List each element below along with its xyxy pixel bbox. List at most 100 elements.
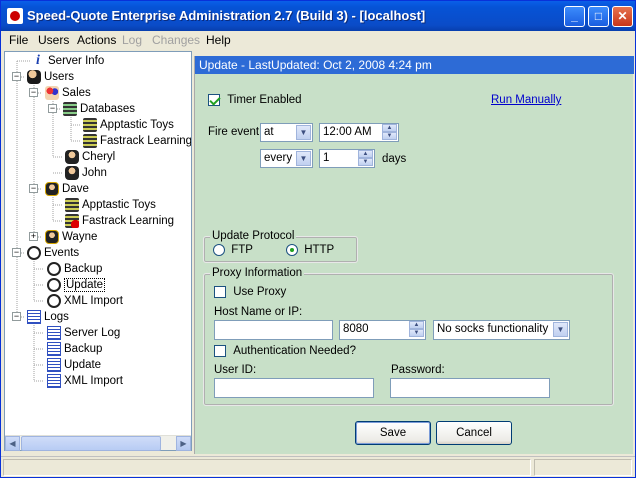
tree-item-john[interactable]: John: [65, 165, 107, 181]
minimize-button[interactable]: _: [564, 6, 585, 27]
tree-item-dave-fastrack-learning[interactable]: Fastrack Learning: [65, 213, 174, 229]
menu-help[interactable]: Help: [206, 33, 231, 47]
update-protocol-group: Update Protocol FTP HTTP: [203, 230, 358, 263]
tree-item-fastrack-learning[interactable]: Fastrack Learning: [83, 133, 191, 149]
spin-down-icon[interactable]: ▼: [409, 329, 424, 337]
window-title: Speed-Quote Enterprise Administration 2.…: [27, 8, 426, 23]
fire-mode-select[interactable]: at ▼: [260, 123, 313, 142]
checkbox-unchecked[interactable]: [214, 345, 226, 357]
user-admin-icon: [45, 181, 59, 196]
checkbox-checked[interactable]: [208, 94, 220, 106]
log-icon: [47, 357, 61, 372]
tree-item-dave[interactable]: Dave: [45, 181, 89, 197]
user-icon: [65, 165, 79, 180]
tree-item-cheryl[interactable]: Cheryl: [65, 149, 115, 165]
spin-down-icon[interactable]: ▼: [382, 132, 397, 140]
tree-item-server-log[interactable]: Server Log: [47, 325, 120, 341]
navigation-tree[interactable]: − − − − + − − i Server Info Users Sales D…: [4, 51, 192, 451]
password-label: Password:: [391, 364, 445, 376]
scroll-right-arrow-icon[interactable]: ▶: [176, 436, 191, 451]
user-id-input[interactable]: [214, 378, 374, 398]
tree-item-log-update[interactable]: Update: [47, 357, 101, 373]
update-event-panel: Update - LastUpdated: Oct 2, 2008 4:24 p…: [194, 56, 634, 454]
users-icon: [27, 69, 41, 84]
title-bar[interactable]: Speed-Quote Enterprise Administration 2.…: [1, 1, 635, 31]
repeat-unit-label: days: [382, 153, 407, 165]
spin-up-icon[interactable]: ▲: [409, 321, 424, 329]
menu-file[interactable]: File: [9, 33, 28, 47]
log-icon: [47, 325, 61, 340]
proxy-information-group: Proxy Information Use Proxy Host Name or…: [203, 267, 614, 406]
timer-enabled-checkbox[interactable]: Timer Enabled: [208, 94, 302, 106]
panel-header: Update - LastUpdated: Oct 2, 2008 4:24 p…: [195, 56, 634, 74]
spin-up-icon[interactable]: ▲: [382, 124, 397, 132]
expand-logs[interactable]: −: [12, 312, 21, 321]
status-section-main: [3, 459, 531, 476]
password-input[interactable]: [390, 378, 550, 398]
tree-item-databases[interactable]: Databases: [63, 101, 135, 117]
tree-horizontal-scrollbar[interactable]: ◀ ▶: [5, 435, 191, 451]
expand-wayne[interactable]: +: [29, 232, 38, 241]
host-name-input[interactable]: [214, 320, 333, 340]
menu-actions[interactable]: Actions: [77, 33, 116, 47]
repeat-mode-select[interactable]: every ▼: [260, 149, 313, 168]
app-window: Speed-Quote Enterprise Administration 2.…: [0, 0, 636, 478]
scroll-left-arrow-icon[interactable]: ◀: [5, 436, 20, 451]
tree-item-xml-import[interactable]: XML Import: [47, 293, 123, 309]
expand-databases[interactable]: −: [48, 104, 57, 113]
protocol-ftp-radio[interactable]: FTP: [213, 244, 253, 256]
chevron-down-icon[interactable]: ▼: [553, 322, 568, 337]
spin-down-icon[interactable]: ▼: [358, 158, 373, 166]
repeat-value-spinner[interactable]: 1 ▲ ▼: [319, 149, 375, 168]
cancel-button[interactable]: Cancel: [436, 421, 512, 445]
expand-dave[interactable]: −: [29, 184, 38, 193]
user-id-label: User ID:: [214, 364, 257, 376]
status-section-right: [534, 459, 632, 476]
socks-select[interactable]: No socks functionality ▼: [433, 320, 570, 340]
radio-unselected[interactable]: [213, 244, 225, 256]
maximize-button[interactable]: □: [588, 6, 609, 27]
proxy-port-spinner[interactable]: 8080 ▲ ▼: [339, 320, 426, 340]
info-icon: i: [36, 52, 40, 68]
fire-time-spinner[interactable]: 12:00 AM ▲ ▼: [319, 123, 399, 142]
tree-item-backup[interactable]: Backup: [47, 261, 102, 277]
database-icon: [63, 101, 77, 116]
use-proxy-checkbox[interactable]: Use Proxy: [214, 286, 286, 298]
menu-bar: File Users Actions Log Changes Help: [1, 31, 635, 49]
expand-users[interactable]: −: [12, 72, 21, 81]
run-manually-link[interactable]: Run Manually: [491, 94, 561, 106]
chevron-down-icon[interactable]: ▼: [296, 125, 311, 140]
spin-up-icon[interactable]: ▲: [358, 150, 373, 158]
expand-sales[interactable]: −: [29, 88, 38, 97]
tree-item-wayne[interactable]: Wayne: [45, 229, 97, 245]
tree-item-sales[interactable]: Sales: [45, 85, 91, 101]
checkbox-unchecked[interactable]: [214, 286, 226, 298]
radio-selected[interactable]: [286, 244, 298, 256]
menu-log: Log: [122, 33, 143, 47]
tree-item-users[interactable]: Users: [27, 69, 74, 85]
log-icon: [47, 341, 61, 356]
proxy-information-legend: Proxy Information: [210, 267, 305, 279]
clock-icon: [47, 293, 61, 308]
save-button[interactable]: Save: [355, 421, 431, 445]
menu-users[interactable]: Users: [38, 33, 69, 47]
expand-events[interactable]: −: [12, 248, 21, 257]
status-bar: [1, 456, 635, 477]
tree-item-events[interactable]: Events: [27, 245, 79, 261]
scroll-thumb[interactable]: [21, 436, 161, 451]
tree-item-apptastic-toys[interactable]: Apptastic Toys: [83, 117, 174, 133]
tree-item-server-info[interactable]: i Server Info: [31, 53, 104, 69]
clock-icon: [27, 245, 41, 260]
tree-item-logs[interactable]: Logs: [27, 309, 69, 325]
close-button[interactable]: ✕: [612, 6, 633, 27]
tree-item-log-backup[interactable]: Backup: [47, 341, 102, 357]
authentication-checkbox[interactable]: Authentication Needed?: [214, 345, 356, 357]
menu-changes: Changes: [152, 33, 201, 47]
protocol-http-radio[interactable]: HTTP: [286, 244, 334, 256]
tree-item-dave-apptastic-toys[interactable]: Apptastic Toys: [65, 197, 156, 213]
tree-item-log-xml-import[interactable]: XML Import: [47, 373, 123, 389]
fire-event-label: Fire event: [208, 126, 260, 138]
tree-item-update[interactable]: Update: [47, 277, 106, 293]
app-icon[interactable]: [7, 8, 23, 24]
chevron-down-icon[interactable]: ▼: [296, 151, 311, 166]
